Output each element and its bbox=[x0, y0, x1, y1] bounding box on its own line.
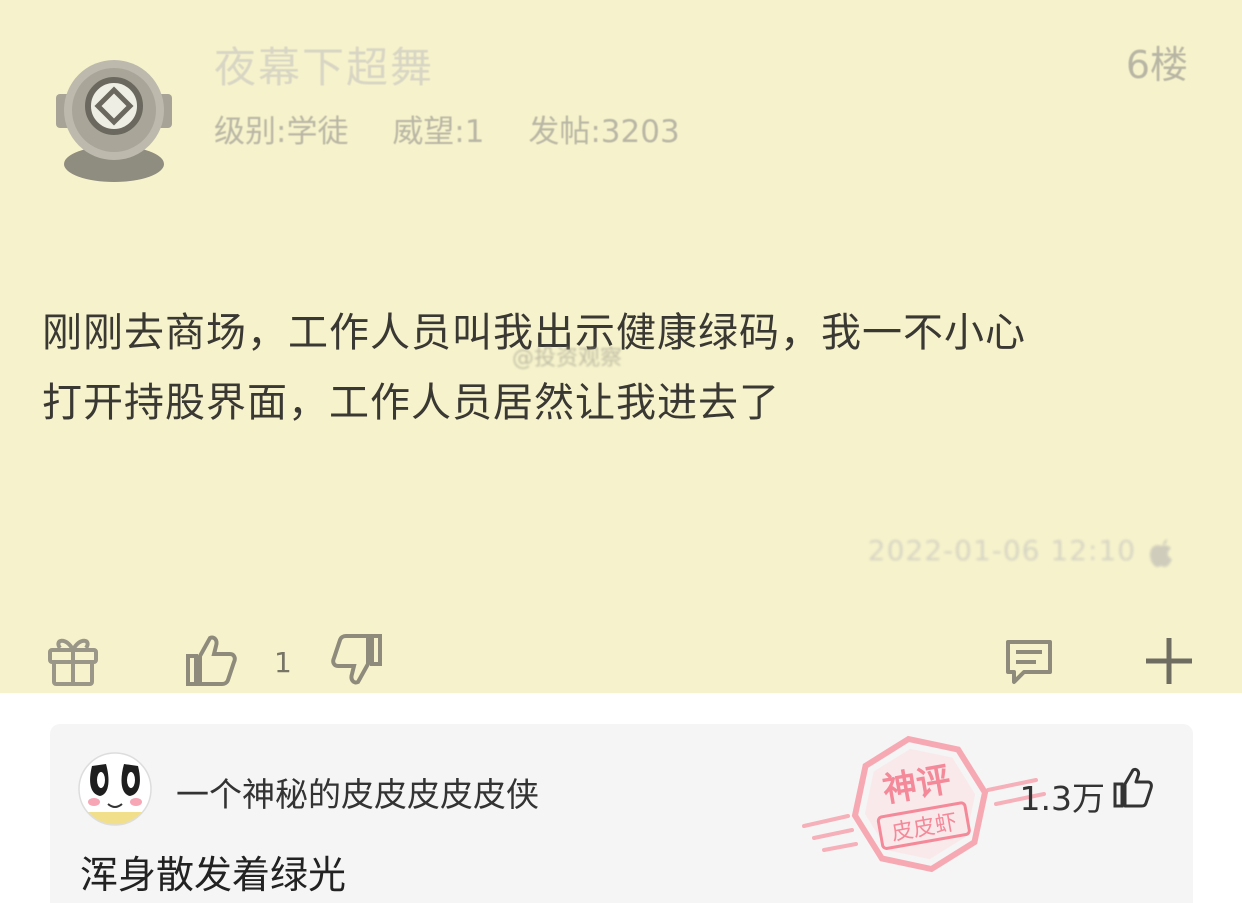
user-post-count: 发帖:3203 bbox=[528, 114, 680, 150]
post-line-2: 打开持股界面，工作人员居然让我进去了 bbox=[42, 380, 780, 426]
user-level: 级别:学徒 bbox=[214, 114, 349, 150]
diving-helmet-avatar[interactable] bbox=[52, 48, 176, 188]
forum-post: 夜幕下超舞 6楼 级别:学徒 威望:1 发帖:3203 刚刚去商场，工作人员叫我… bbox=[0, 0, 1242, 693]
comment-like-count: 1.3万 bbox=[1019, 779, 1105, 818]
gift-icon[interactable] bbox=[46, 632, 100, 688]
thumbs-down-icon[interactable] bbox=[326, 632, 384, 688]
post-username[interactable]: 夜幕下超舞 bbox=[214, 34, 434, 95]
comment-thumbs-up-icon[interactable] bbox=[1113, 766, 1153, 810]
comment-text: 浑身散发着绿光 bbox=[80, 853, 347, 897]
thumbs-up-icon[interactable] bbox=[184, 632, 238, 688]
weibo-watermark: @投资观察 bbox=[512, 346, 623, 371]
apple-icon bbox=[1150, 539, 1172, 567]
post-line-1: 刚刚去商场，工作人员叫我出示健康绿码，我一不小心 bbox=[42, 310, 1026, 356]
post-like-count: 1 bbox=[274, 646, 292, 679]
user-meta: 级别:学徒 威望:1 发帖:3203 bbox=[214, 106, 714, 151]
commenter-avatar[interactable] bbox=[78, 752, 152, 826]
comment-icon[interactable] bbox=[1002, 634, 1056, 688]
timestamp-text: 2022-01-06 12:10 bbox=[867, 534, 1137, 567]
floor-number: 6楼 bbox=[1125, 43, 1188, 87]
post-content: 刚刚去商场，工作人员叫我出示健康绿码，我一不小心 打开持股界面，工作人员居然让我… bbox=[42, 298, 1212, 438]
hot-comment-card: 一个神秘的皮皮皮皮皮侠 浑身散发着绿光 神评 皮皮虾 1.3万 bbox=[50, 724, 1193, 903]
post-timestamp: 2022-01-06 12:10 bbox=[868, 534, 1176, 569]
user-reputation: 威望:1 bbox=[392, 114, 485, 150]
plus-icon[interactable] bbox=[1142, 634, 1196, 688]
commenter-name[interactable]: 一个神秘的皮皮皮皮皮侠 bbox=[176, 768, 539, 816]
